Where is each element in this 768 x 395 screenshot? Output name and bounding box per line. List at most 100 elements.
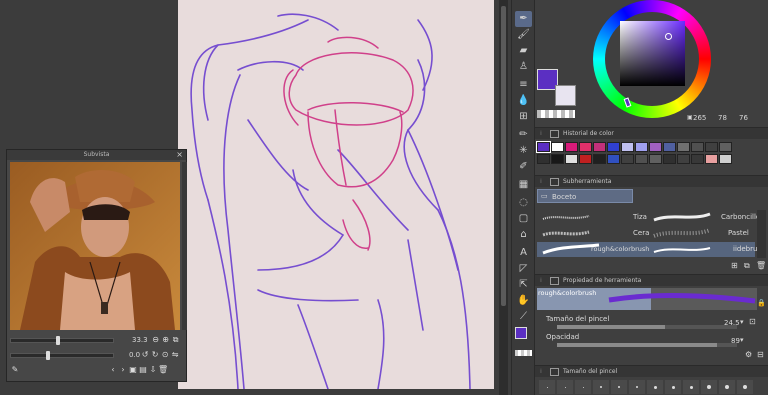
delete-brush-icon[interactable]: 🗑 — [756, 261, 766, 270]
brush-item-selected[interactable]: rough&colorbrush iidebrush — [537, 242, 765, 257]
color-history-swatch[interactable] — [677, 142, 690, 152]
import-icon[interactable]: ⇩ — [148, 365, 158, 375]
zoom-out-icon[interactable]: ⊖ — [151, 335, 161, 345]
color-history-swatch[interactable] — [551, 142, 564, 152]
rotate-left-icon[interactable]: ↺ — [140, 350, 150, 360]
brush-size-preset[interactable] — [647, 380, 663, 394]
brush-size-preset[interactable] — [737, 380, 753, 394]
trash-icon[interactable]: 🗑 — [158, 365, 168, 375]
color-history-swatch[interactable] — [719, 154, 732, 164]
color-history-swatch[interactable] — [551, 154, 564, 164]
color-history-swatch[interactable] — [635, 154, 648, 164]
settings-icon[interactable]: ⚙ — [745, 350, 752, 359]
sub-color-swatch[interactable] — [555, 85, 576, 106]
menu-icon[interactable]: ⊟ — [757, 350, 764, 359]
main-color-chip[interactable] — [515, 327, 527, 339]
brush-size-preset[interactable] — [611, 380, 627, 394]
fit-icon[interactable]: ⧉ — [171, 335, 181, 345]
sub-tool-tab-icon[interactable] — [550, 178, 559, 186]
eyedropper-tool-icon[interactable]: ⟋ — [515, 309, 532, 325]
prev-image-icon[interactable]: ‹ — [108, 365, 118, 375]
brush-item[interactable]: Tiza Carboncillo — [537, 210, 760, 225]
lock-icon[interactable]: 🔒 — [757, 299, 766, 307]
slider-knob[interactable] — [56, 335, 60, 345]
sub-tool-group-tab[interactable]: ▭ Boceto — [537, 189, 633, 203]
slider-knob[interactable] — [46, 350, 50, 360]
brush-size-preset[interactable] — [683, 380, 699, 394]
color-history-swatch[interactable] — [537, 154, 550, 164]
color-history-swatch[interactable] — [691, 142, 704, 152]
hand-tool-icon[interactable]: ✋ — [515, 293, 532, 309]
color-picker-marker[interactable] — [665, 33, 672, 40]
drawing-canvas[interactable] — [178, 0, 494, 389]
pen-tool-icon[interactable]: ✒ — [515, 11, 532, 27]
sparkle-tool-icon[interactable]: ✳ — [515, 143, 532, 159]
canvas-vertical-scrollbar[interactable] — [499, 0, 508, 395]
reset-rotation-icon[interactable]: ⊙ — [160, 350, 170, 360]
color-history-swatch[interactable] — [677, 154, 690, 164]
copy-brush-icon[interactable]: ⧉ — [744, 261, 750, 271]
add-brush-icon[interactable]: ⊞ — [731, 261, 738, 270]
scrollbar-thumb[interactable] — [501, 6, 506, 306]
saturation-value-square[interactable] — [620, 21, 685, 86]
color-history-swatch[interactable] — [663, 142, 676, 152]
pencil-tool-icon[interactable]: ✏ — [515, 127, 532, 143]
transparent-swatch[interactable] — [537, 110, 575, 118]
color-history-swatch[interactable] — [719, 142, 732, 152]
zoom-in-icon[interactable]: ⊕ — [161, 335, 171, 345]
brush-size-preset[interactable] — [557, 380, 573, 394]
panel-grip-icon[interactable]: ⁞ — [540, 366, 542, 378]
blend-tool-icon[interactable]: 💧 — [515, 93, 532, 109]
color-history-swatch[interactable] — [649, 142, 662, 152]
color-history-swatch[interactable] — [579, 142, 592, 152]
color-history-swatch[interactable] — [635, 142, 648, 152]
gradient-tool-icon[interactable]: ▦ — [515, 177, 532, 193]
color-history-header[interactable]: ⁞ Historial de color — [535, 127, 768, 139]
color-history-swatch[interactable] — [593, 142, 606, 152]
color-history-swatch[interactable] — [565, 142, 578, 152]
color-history-swatch[interactable] — [607, 154, 620, 164]
image-icon[interactable]: ▣ — [128, 365, 138, 375]
folder-icon[interactable]: ▤ — [138, 365, 148, 375]
panel-grip-icon[interactable]: ⁞ — [540, 275, 542, 287]
color-history-swatch[interactable] — [705, 142, 718, 152]
zoom-slider[interactable] — [10, 335, 114, 345]
grid-tool-icon[interactable]: ⊞ — [515, 109, 532, 125]
tool-property-tab-icon[interactable] — [550, 277, 559, 285]
subview-scrollbar[interactable] — [182, 162, 187, 330]
brush-tool-icon[interactable]: 🖌 — [515, 27, 532, 43]
text-tool-icon[interactable]: A — [515, 245, 532, 261]
rotation-slider[interactable] — [10, 350, 114, 360]
brush-size-preset[interactable] — [629, 380, 645, 394]
marker-tool-icon[interactable]: ✐ — [515, 159, 532, 175]
color-history-tab-icon[interactable] — [550, 130, 559, 138]
transparent-color-chip[interactable] — [515, 350, 532, 356]
operation-tool-icon[interactable]: ⇱ — [515, 277, 532, 293]
brush-item[interactable]: Cera Pastel — [537, 226, 755, 241]
pressure-icon[interactable]: ⊡ — [749, 317, 756, 326]
color-history-swatch[interactable] — [705, 154, 718, 164]
color-history-swatch[interactable] — [579, 154, 592, 164]
brush-size-preset[interactable] — [719, 380, 735, 394]
lasso-tool-icon[interactable]: ◌ — [515, 195, 532, 211]
opacity-slider[interactable] — [557, 343, 737, 347]
color-history-swatch[interactable] — [663, 154, 676, 164]
brush-size-preset[interactable] — [593, 380, 609, 394]
color-history-swatch[interactable] — [536, 141, 551, 153]
brush-size-preset[interactable] — [701, 380, 717, 394]
chevron-down-icon[interactable]: ▾ — [740, 336, 744, 344]
flip-icon[interactable]: ⇋ — [170, 350, 180, 360]
eyedropper-icon[interactable]: ✎ — [10, 365, 20, 375]
panel-grip-icon[interactable]: ⁞ — [540, 128, 542, 140]
brush-size-header[interactable]: ⁞ Tamaño del pincel — [535, 365, 768, 377]
chevron-down-icon[interactable]: ▾ — [740, 318, 744, 326]
sub-tool-header[interactable]: ⁞ Subherramienta — [535, 175, 768, 187]
color-history-swatch[interactable] — [593, 154, 606, 164]
brush-size-preset[interactable] — [665, 380, 681, 394]
color-history-swatch[interactable] — [621, 142, 634, 152]
brush-size-preset[interactable] — [575, 380, 591, 394]
close-icon[interactable]: × — [176, 150, 183, 160]
shape-tool-icon[interactable]: ⌂ — [515, 227, 532, 243]
rotate-right-icon[interactable]: ↻ — [150, 350, 160, 360]
brush-size-slider[interactable] — [557, 325, 737, 329]
